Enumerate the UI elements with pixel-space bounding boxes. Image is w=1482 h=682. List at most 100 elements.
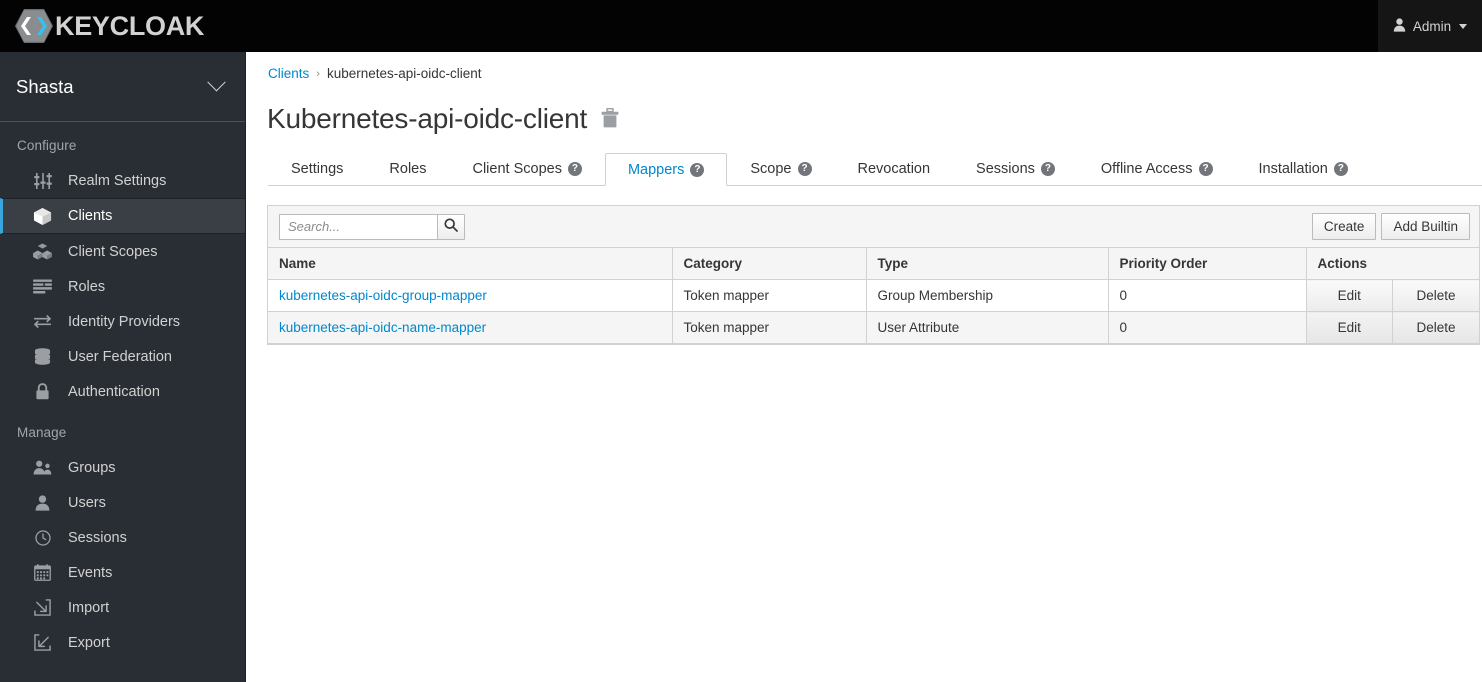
sidebar-section-manage: Manage — [17, 425, 67, 440]
table-header-row: Name Category Type Priority Order Action… — [268, 248, 1479, 280]
breadcrumb-link-clients[interactable]: Clients — [268, 66, 309, 81]
list-bars-icon — [33, 277, 52, 296]
cell-priority: 0 — [1108, 279, 1307, 312]
main-content: Clients › kubernetes-api-oidc-client Kub… — [246, 52, 1482, 682]
sidebar-item-export[interactable]: Export — [0, 625, 245, 660]
help-icon[interactable]: ? — [1333, 162, 1348, 176]
search-input[interactable] — [279, 213, 437, 240]
search-icon — [444, 218, 458, 235]
lock-icon — [33, 382, 52, 401]
sidebar-item-label: Authentication — [68, 383, 160, 400]
mapper-link[interactable]: kubernetes-api-oidc-name-mapper — [279, 320, 486, 335]
cell-name: kubernetes-api-oidc-name-mapper — [268, 311, 673, 344]
tab-scope[interactable]: Scope ? — [727, 152, 834, 185]
tab-sessions[interactable]: Sessions ? — [953, 152, 1078, 185]
cell-category: Token mapper — [672, 279, 867, 312]
sidebar-item-import[interactable]: Import — [0, 590, 245, 625]
table-row: kubernetes-api-oidc-name-mapper Token ma… — [268, 311, 1479, 344]
sidebar-item-label: Export — [68, 634, 110, 651]
brand-text: KEYCLOAK — [55, 10, 205, 41]
tab-label: Settings — [291, 161, 344, 177]
calendar-icon — [33, 563, 52, 582]
sidebar-item-label: Realm Settings — [68, 172, 167, 189]
tab-label: Installation — [1258, 161, 1328, 177]
column-header-name[interactable]: Name — [268, 248, 673, 280]
help-icon[interactable]: ? — [567, 162, 582, 176]
search-button[interactable] — [437, 213, 465, 240]
sidebar-item-label: Client Scopes — [68, 243, 158, 260]
toolbar-actions: Create Add Builtin — [1311, 213, 1470, 240]
tab-label: Revocation — [857, 161, 931, 177]
sidebar-item-clients[interactable]: Clients — [0, 198, 245, 234]
sidebar-item-realm-settings[interactable]: Realm Settings — [0, 163, 245, 198]
tab-client-scopes[interactable]: Client Scopes ? — [449, 152, 604, 185]
help-icon[interactable]: ? — [1198, 162, 1213, 176]
sidebar-item-roles[interactable]: Roles — [0, 269, 245, 304]
tab-settings[interactable]: Settings — [268, 152, 366, 185]
sidebar-item-events[interactable]: Events — [0, 555, 245, 590]
tab-revocation[interactable]: Revocation — [835, 152, 954, 185]
tab-label: Roles — [389, 161, 427, 177]
delete-button[interactable]: Delete — [1392, 311, 1479, 344]
column-header-priority[interactable]: Priority Order — [1108, 248, 1307, 280]
user-menu[interactable]: Admin — [1378, 0, 1482, 52]
breadcrumb-separator: › — [316, 67, 320, 80]
database-icon — [33, 347, 52, 366]
help-icon[interactable]: ? — [1040, 162, 1055, 176]
table-row: kubernetes-api-oidc-group-mapper Token m… — [268, 279, 1479, 312]
user-icon — [1393, 17, 1406, 35]
tab-label: Scope — [750, 161, 792, 177]
chevron-down-icon — [1459, 23, 1468, 29]
cell-category: Token mapper — [672, 311, 867, 344]
tab-mappers[interactable]: Mappers ? — [604, 153, 728, 186]
edit-button[interactable]: Edit — [1306, 311, 1393, 344]
users-group-icon — [33, 458, 52, 477]
sidebar-item-label: User Federation — [68, 348, 172, 365]
sidebar-item-groups[interactable]: Groups — [0, 450, 245, 485]
column-header-category[interactable]: Category — [672, 248, 867, 280]
sidebar-item-label: Identity Providers — [68, 313, 181, 330]
brand-logo-link[interactable]: KEYCLOAK — [14, 0, 204, 52]
add-builtin-button[interactable]: Add Builtin — [1381, 213, 1470, 240]
create-button[interactable]: Create — [1311, 213, 1377, 240]
sidebar-item-identity-providers[interactable]: Identity Providers — [0, 304, 245, 339]
sidebar-item-sessions[interactable]: Sessions — [0, 520, 245, 555]
sidebar-item-authentication[interactable]: Authentication — [0, 374, 245, 409]
sidebar-item-client-scopes[interactable]: Client Scopes — [0, 234, 245, 269]
sidebar-item-label: Clients — [68, 208, 113, 224]
masthead: KEYCLOAK Admin — [0, 0, 1482, 52]
sidebar-item-label: Events — [68, 564, 113, 581]
edit-button[interactable]: Edit — [1306, 279, 1393, 312]
delete-button[interactable]: Delete — [1392, 279, 1479, 312]
search-group — [279, 213, 465, 240]
export-arrow-icon — [33, 633, 52, 652]
mapper-link[interactable]: kubernetes-api-oidc-group-mapper — [279, 288, 487, 303]
tab-label: Offline Access — [1100, 161, 1193, 177]
sidebar-item-label: Groups — [68, 459, 116, 476]
realm-name: Shasta — [16, 75, 74, 97]
tab-label: Sessions — [976, 161, 1035, 177]
tab-installation[interactable]: Installation ? — [1236, 152, 1371, 185]
chevron-down-icon — [207, 73, 226, 92]
realm-selector[interactable]: Shasta — [0, 52, 245, 122]
user-icon — [33, 493, 52, 512]
cube-icon — [33, 207, 52, 226]
trash-icon[interactable] — [601, 107, 619, 133]
table-body: kubernetes-api-oidc-group-mapper Token m… — [268, 279, 1479, 344]
tab-offline-access[interactable]: Offline Access ? — [1078, 152, 1236, 185]
column-header-actions: Actions — [1306, 248, 1479, 280]
cell-name: kubernetes-api-oidc-group-mapper — [268, 279, 673, 312]
mappers-table: Name Category Type Priority Order Action… — [268, 248, 1479, 344]
tab-roles[interactable]: Roles — [366, 152, 449, 185]
keycloak-hex-logo-icon — [14, 8, 54, 44]
sidebar-item-label: Roles — [68, 278, 106, 295]
sidebar-item-user-federation[interactable]: User Federation — [0, 339, 245, 374]
help-icon[interactable]: ? — [797, 162, 812, 176]
table-head: Name Category Type Priority Order Action… — [268, 248, 1479, 280]
sidebar-item-users[interactable]: Users — [0, 485, 245, 520]
help-icon[interactable]: ? — [690, 162, 705, 177]
page-title: Kubernetes-api-oidc-client — [267, 103, 588, 134]
breadcrumb-current: kubernetes-api-oidc-client — [326, 66, 482, 81]
column-header-type[interactable]: Type — [866, 248, 1109, 280]
sidebar-item-label: Sessions — [68, 529, 127, 546]
